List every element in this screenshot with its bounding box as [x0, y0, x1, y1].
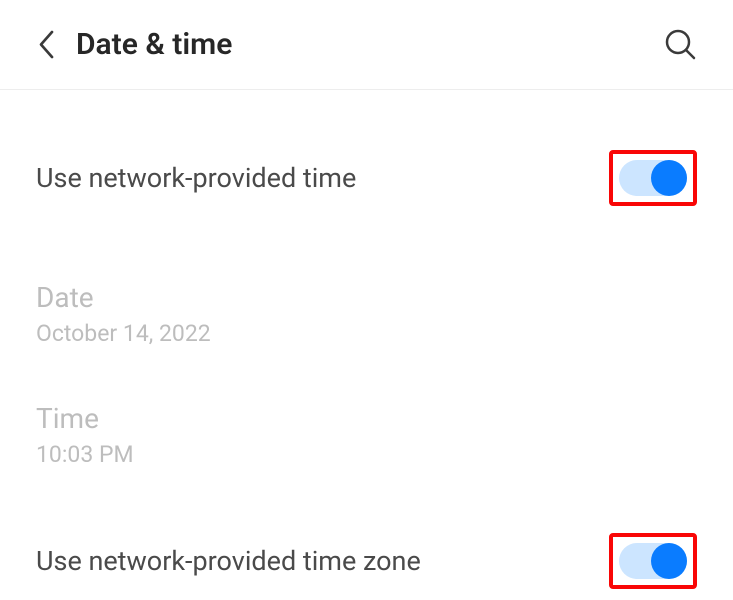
back-icon[interactable] [36, 30, 56, 60]
network-timezone-row: Use network-provided time zone [36, 468, 697, 599]
time-value: 10:03 PM [36, 441, 697, 468]
content: Use network-provided time Date October 1… [0, 90, 733, 599]
date-value: October 14, 2022 [36, 320, 697, 347]
toggle-thumb-icon [651, 160, 687, 196]
network-time-label: Use network-provided time [36, 162, 356, 194]
date-section: Date October 14, 2022 [36, 226, 697, 347]
toggle-thumb-icon [651, 543, 687, 579]
network-time-row: Use network-provided time [36, 90, 697, 226]
search-icon[interactable] [663, 28, 697, 62]
header: Date & time [0, 0, 733, 90]
network-time-highlight [609, 150, 697, 206]
network-timezone-label: Use network-provided time zone [36, 545, 421, 577]
network-timezone-toggle[interactable] [619, 543, 687, 579]
network-timezone-highlight [609, 533, 697, 589]
time-section: Time 10:03 PM [36, 347, 697, 468]
header-left: Date & time [36, 27, 232, 62]
page-title: Date & time [76, 27, 232, 62]
network-time-toggle[interactable] [619, 160, 687, 196]
date-label: Date [36, 281, 697, 314]
time-label: Time [36, 402, 697, 435]
